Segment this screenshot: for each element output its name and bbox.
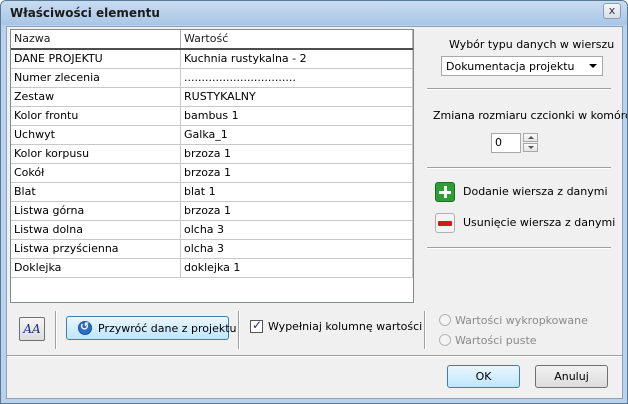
table-row[interactable]: Uchwyt Galka_1 (11, 126, 413, 145)
dialog-body: Nazwa Wartość DANE PROJEKTU Kuchnia rusty… (6, 26, 627, 399)
row-name-cell[interactable]: Kolor frontu (11, 107, 181, 125)
dialog-window: Właściwości elementu x Nazwa Wartość DAN… (0, 0, 628, 404)
font-size-input[interactable]: 0 (491, 133, 521, 153)
column-header-name[interactable]: Nazwa (11, 30, 181, 48)
window-title: Właściwości elementu (10, 6, 160, 20)
add-row-label: Dodanie wiersza z danymi (463, 185, 608, 198)
row-value-cell[interactable]: brzoza 1 (181, 164, 413, 182)
row-value-cell[interactable]: Galka_1 (181, 126, 413, 144)
row-name-cell[interactable]: Uchwyt (11, 126, 181, 144)
row-name-cell[interactable]: DANE PROJEKTU (11, 50, 181, 68)
dotted-values-radio[interactable] (439, 314, 451, 326)
row-value-cell[interactable]: doklejka 1 (181, 259, 413, 277)
row-value-cell[interactable]: RUSTYKALNY (181, 88, 413, 106)
divider (424, 311, 426, 349)
divider (427, 247, 611, 249)
minus-icon (435, 213, 455, 233)
table-row[interactable]: Doklejka doklejka 1 (11, 259, 413, 278)
row-name-cell[interactable]: Doklejka (11, 259, 181, 277)
row-value-cell[interactable]: olcha 3 (181, 221, 413, 239)
remove-row-button[interactable]: Usunięcie wiersza z danymi (435, 213, 615, 235)
plus-icon (435, 182, 455, 202)
table-row[interactable]: Cokół brzoza 1 (11, 164, 413, 183)
divider (7, 355, 622, 357)
add-row-button[interactable]: Dodanie wiersza z danymi (435, 182, 608, 204)
table-row[interactable]: Numer zlecenia..........................… (11, 69, 413, 88)
restore-label: Przywróć dane z projektu (98, 322, 237, 335)
cancel-button[interactable]: Anuluj (535, 365, 608, 388)
row-value-cell[interactable]: ................................ (181, 69, 413, 87)
restore-project-data-button[interactable]: Przywróć dane z projektu (66, 316, 237, 340)
restore-icon (78, 320, 92, 335)
row-value-cell[interactable]: Kuchnia rustykalna - 2 (181, 50, 413, 68)
row-name-cell[interactable]: Blat (11, 183, 181, 201)
data-type-value: Dokumentacja projektu (446, 60, 575, 73)
dotted-values-label[interactable]: Wartości wykropkowane (455, 314, 588, 327)
ok-button[interactable]: OK (447, 365, 520, 388)
font-size-label: Zmiana rozmiaru czcionki w komórce (433, 109, 628, 122)
divider (427, 167, 611, 169)
fill-values-checkbox[interactable] (250, 318, 263, 333)
table-row[interactable]: Zestaw RUSTYKALNY (11, 88, 413, 107)
row-name-cell[interactable]: Zestaw (11, 88, 181, 106)
chevron-down-icon (589, 64, 597, 68)
table-row[interactable]: Kolor frontu bambus 1 (11, 107, 413, 126)
table-row[interactable]: Kolor korpusu brzoza 1 (11, 145, 413, 164)
divider (427, 88, 611, 90)
empty-values-radio[interactable] (439, 334, 451, 346)
table-row[interactable]: Listwa górna brzoza 1 (11, 202, 413, 221)
properties-grid: Nazwa Wartość DANE PROJEKTU Kuchnia rusty… (10, 29, 414, 303)
row-name-cell[interactable]: Listwa dolna (11, 221, 181, 239)
row-name-cell[interactable]: Listwa przyścienna (11, 240, 181, 258)
row-name-cell[interactable]: Listwa górna (11, 202, 181, 220)
row-name-cell[interactable]: Numer zlecenia (11, 69, 181, 87)
row-value-cell[interactable]: bambus 1 (181, 107, 413, 125)
divider (55, 311, 57, 349)
column-header-value[interactable]: Wartość (181, 30, 413, 48)
data-type-dropdown[interactable]: Dokumentacja projektu (441, 56, 603, 76)
row-value-cell[interactable]: brzoza 1 (181, 202, 413, 220)
data-type-label: Wybór typu danych w wierszu (449, 38, 615, 51)
font-size-stepper[interactable]: 0 (491, 133, 539, 153)
row-name-cell[interactable]: Kolor korpusu (11, 145, 181, 163)
table-row[interactable]: Listwa dolna olcha 3 (11, 221, 413, 240)
row-value-cell[interactable]: blat 1 (181, 183, 413, 201)
font-icon: AA (23, 322, 41, 336)
table-row[interactable]: DANE PROJEKTU Kuchnia rustykalna - 2 (11, 50, 413, 69)
grid-header: Nazwa Wartość (11, 30, 413, 50)
row-name-cell[interactable]: Cokół (11, 164, 181, 182)
close-icon: x (608, 4, 616, 17)
empty-values-label[interactable]: Wartości puste (455, 334, 537, 347)
spin-up-icon[interactable] (523, 133, 538, 142)
row-value-cell[interactable]: brzoza 1 (181, 145, 413, 163)
spin-down-icon[interactable] (523, 143, 538, 152)
table-row[interactable]: Listwa przyścienna olcha 3 (11, 240, 413, 259)
close-button[interactable]: x (603, 3, 621, 19)
table-row[interactable]: Blat blat 1 (11, 183, 413, 202)
row-value-cell[interactable]: olcha 3 (181, 240, 413, 258)
fill-values-label[interactable]: Wypełniaj kolumnę wartości (268, 320, 422, 333)
bottom-toolbar: AA Przywróć dane z projektu Wypełniaj ko… (7, 305, 622, 353)
divider (238, 311, 240, 349)
remove-row-label: Usunięcie wiersza z danymi (463, 216, 616, 229)
font-button[interactable]: AA (19, 317, 45, 341)
title-bar[interactable]: Właściwości elementu x (1, 1, 627, 25)
